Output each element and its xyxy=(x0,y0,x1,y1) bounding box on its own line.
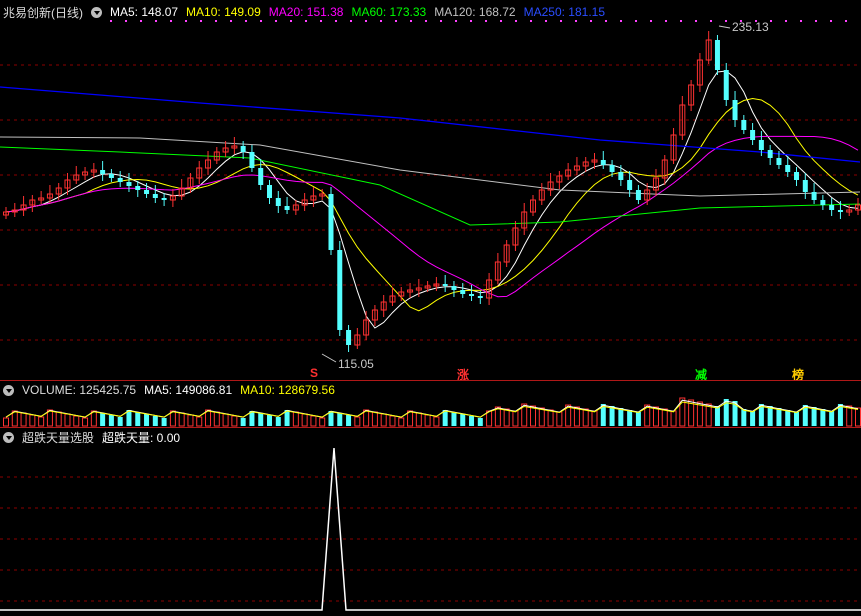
indicator-chart[interactable] xyxy=(0,0,861,616)
